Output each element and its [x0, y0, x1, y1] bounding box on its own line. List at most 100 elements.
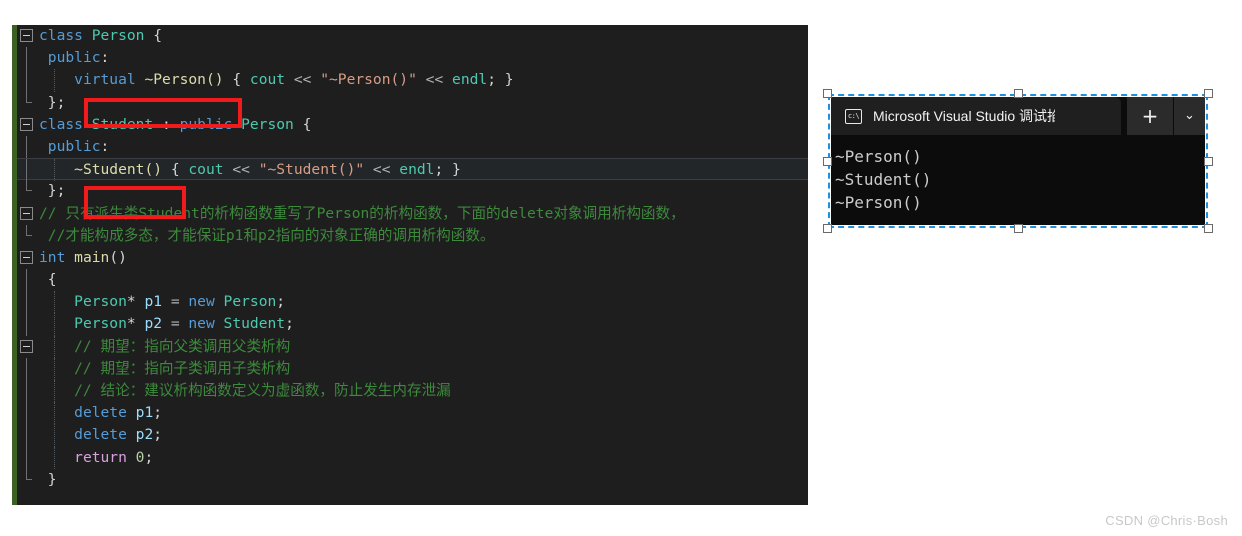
code-token: // 期望：指向父类调用父类析构: [39, 337, 291, 355]
code-line[interactable]: ~Student() { cout << "~Student()" << end…: [17, 158, 808, 182]
code-token: Person: [74, 315, 127, 333]
code-token: cout: [188, 161, 224, 179]
code-token: int: [39, 248, 75, 266]
code-token: class: [39, 115, 92, 133]
code-token: <<: [223, 161, 259, 179]
selection-outline: [828, 94, 1208, 228]
code-line[interactable]: // 结论：建议析构函数定义为虚函数，防止发生内存泄漏: [17, 380, 808, 403]
code-line[interactable]: public:: [17, 47, 808, 70]
outline-guide: [26, 380, 27, 403]
code-line[interactable]: // 期望：指向子类调用子类析构: [17, 357, 808, 380]
watermark: CSDN @Chris·Bosh: [1105, 513, 1228, 528]
code-token: ;: [153, 404, 163, 422]
code-text-area[interactable]: class Person { public: virtual ~Person()…: [17, 25, 808, 505]
code-token: Student: [91, 115, 163, 133]
code-token: Person: [74, 293, 127, 311]
code-token: public: [47, 49, 101, 67]
code-token: ;: [144, 448, 154, 466]
collapse-icon[interactable]: [20, 206, 33, 220]
code-line[interactable]: delete p2;: [17, 424, 808, 447]
screenshot-root: class Person { public: virtual ~Person()…: [0, 0, 1242, 536]
outline-guide: [26, 291, 27, 314]
code-token: =: [162, 293, 189, 311]
outline-guide: [26, 47, 27, 70]
code-token: delete: [74, 426, 136, 444]
code-line[interactable]: {: [17, 269, 808, 292]
indent-guide: [54, 424, 55, 447]
indent-guide: [54, 69, 55, 92]
code-token: "~Student()": [258, 161, 365, 179]
code-line[interactable]: };: [17, 91, 808, 114]
code-line[interactable]: // 期望：指向父类调用父类析构: [17, 335, 808, 358]
code-token: public: [179, 115, 242, 133]
code-token: "~Person()": [320, 71, 417, 89]
code-line[interactable]: Person* p2 = new Student;: [17, 313, 808, 336]
code-token: new: [188, 293, 224, 311]
code-line[interactable]: //才能构成多态，才能保证p1和p2指向的对象正确的调用析构函数。: [17, 224, 808, 247]
resize-handle-top-left[interactable]: [823, 89, 832, 98]
resize-handle-top-center[interactable]: [1014, 89, 1023, 98]
code-token: {: [39, 271, 57, 289]
indent-guide: [54, 402, 55, 425]
resize-handle-bottom-right[interactable]: [1204, 224, 1213, 233]
resize-handle-top-right[interactable]: [1204, 89, 1213, 98]
code-token: virtual: [74, 71, 136, 89]
code-editor-panel[interactable]: class Person { public: virtual ~Person()…: [12, 25, 808, 505]
code-token: public: [47, 137, 101, 155]
code-token: p1: [135, 404, 154, 422]
indent-guide: [54, 159, 55, 182]
outline-guide: [26, 159, 27, 182]
code-token: p1: [144, 293, 163, 311]
resize-handle-bottom-center[interactable]: [1014, 224, 1023, 233]
collapse-icon[interactable]: [20, 250, 33, 264]
code-line[interactable]: }: [17, 468, 808, 491]
outline-guide-end: [26, 180, 32, 192]
code-line[interactable]: int main(): [17, 247, 808, 269]
code-line[interactable]: public:: [17, 135, 808, 159]
indent-guide: [54, 335, 55, 358]
resize-handle-middle-left[interactable]: [823, 157, 832, 166]
code-token: Person: [223, 293, 277, 311]
debug-console-window[interactable]: c:\ Microsoft Visual Studio 调试掐 ✕ + ⌄ ~P…: [823, 89, 1213, 233]
code-token: };: [39, 182, 66, 200]
code-token: :: [162, 115, 180, 133]
code-line[interactable]: return 0;: [17, 446, 808, 469]
code-line[interactable]: virtual ~Person() { cout << "~Person()" …: [17, 69, 808, 92]
collapse-icon[interactable]: [20, 339, 33, 353]
code-line[interactable]: Person* p1 = new Person;: [17, 291, 808, 314]
code-line[interactable]: // 只有派生类Student的析构函数重写了Person的析构函数，下面的de…: [17, 203, 808, 225]
collapse-icon[interactable]: [20, 29, 33, 42]
code-token: {: [153, 27, 163, 44]
code-token: Student: [223, 315, 286, 333]
resize-handle-bottom-left[interactable]: [823, 224, 832, 233]
code-line[interactable]: };: [17, 180, 808, 202]
code-token: ;: [276, 293, 286, 311]
code-token: };: [39, 93, 66, 111]
code-token: ;: [285, 315, 294, 333]
outline-guide: [26, 69, 27, 92]
collapse-icon[interactable]: [20, 117, 33, 131]
code-token: // 结论：建议析构函数定义为虚函数，防止发生内存泄漏: [39, 382, 451, 399]
code-token: p2: [144, 315, 163, 333]
resize-handle-middle-right[interactable]: [1204, 157, 1213, 166]
code-token: delete: [74, 404, 136, 422]
outline-guide: [26, 269, 27, 292]
code-line[interactable]: class Person {: [17, 25, 808, 47]
code-line[interactable]: delete p1;: [17, 402, 808, 425]
code-line[interactable]: class Student : public Person {: [17, 114, 808, 136]
outline-guide: [26, 446, 27, 469]
code-token: *: [126, 315, 145, 333]
outline-guide: [26, 357, 27, 380]
code-token: cout: [249, 71, 286, 89]
code-token: ; }: [487, 71, 514, 89]
code-token: p2: [135, 426, 154, 444]
